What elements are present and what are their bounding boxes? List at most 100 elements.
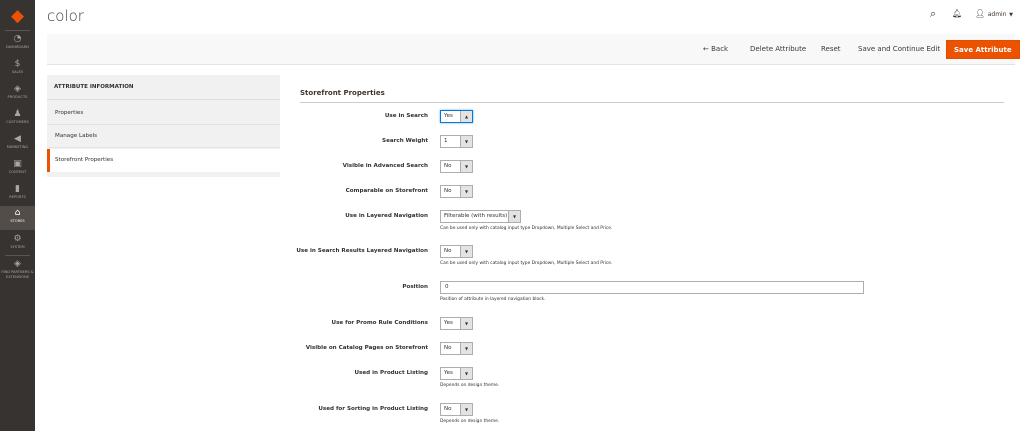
nav-products[interactable]: ◈ PRODUCTS xyxy=(0,84,35,109)
bell-icon[interactable]: 🔔︎ xyxy=(952,9,962,18)
nav-label: FIND PARTNERS & EXTENSIONS xyxy=(1,270,34,279)
select-value: No xyxy=(444,345,452,351)
field-select[interactable]: No ▼ xyxy=(440,160,473,173)
chevron-down-icon: ▼ xyxy=(460,246,472,257)
cube-icon: ◈ xyxy=(14,84,21,94)
section-title: Storefront Properties xyxy=(300,89,385,97)
save-and-continue-button[interactable]: Save and Continue Edit xyxy=(858,40,940,59)
gear-icon: ⚙ xyxy=(13,234,22,244)
nav-label: CONTENT xyxy=(8,170,27,174)
tabs-heading: ATTRIBUTE INFORMATION xyxy=(47,75,280,100)
nav-label: REPORTS xyxy=(9,195,26,199)
nav-marketing[interactable]: ◀ MARKETING xyxy=(0,134,35,159)
nav-find-partners[interactable]: ◈ FIND PARTNERS & EXTENSIONS xyxy=(0,259,35,285)
tab-manage-labels[interactable]: Manage Labels xyxy=(47,125,280,148)
save-attribute-button[interactable]: Save Attribute xyxy=(946,40,1020,59)
field-select[interactable]: Yes ▼ xyxy=(440,317,473,330)
field-note: Can be used only with catalog input type… xyxy=(440,226,613,231)
back-button[interactable]: ← Back xyxy=(703,40,728,59)
select-value: No xyxy=(444,406,452,412)
divider xyxy=(5,255,30,256)
nav-content[interactable]: ▣ CONTENT xyxy=(0,159,35,184)
nav-dashboard[interactable]: ◔ DASHBOARD xyxy=(0,34,35,59)
field-label: Used in Product Listing xyxy=(354,370,428,376)
chevron-down-icon: ▼ xyxy=(1009,12,1013,18)
nav-sales[interactable]: $ SALES xyxy=(0,59,35,84)
divider xyxy=(5,30,30,31)
field-select[interactable]: No ▼ xyxy=(440,403,473,416)
box-icon: ◈ xyxy=(14,259,21,269)
nav-label: SALES xyxy=(11,70,24,74)
page-title: color xyxy=(47,7,84,25)
field-note: Can be used only with catalog input type… xyxy=(440,261,613,266)
select-value: Yes xyxy=(444,113,453,119)
field-label: Search Weight xyxy=(382,138,428,144)
divider xyxy=(300,102,1004,103)
arrow-left-icon: ← xyxy=(703,45,709,53)
field-note: Depends on design theme. xyxy=(440,383,500,388)
field-note: Position of attribute in layered navigat… xyxy=(440,297,546,302)
field-label: Use for Promo Rule Conditions xyxy=(331,320,428,326)
nav-label: CUSTOMERS xyxy=(6,120,29,124)
store-icon: ⌂ xyxy=(14,208,21,218)
field-label: Use in Layered Navigation xyxy=(345,213,428,219)
field-select[interactable]: 1 ▼ xyxy=(440,135,473,148)
field-label: Visible on Catalog Pages on Storefront xyxy=(305,345,428,351)
tab-storefront-properties[interactable]: Storefront Properties xyxy=(47,149,280,172)
search-icon[interactable]: ⌕ xyxy=(930,7,936,21)
field-select[interactable]: Yes ▼ xyxy=(440,367,473,380)
position-input[interactable]: 0 xyxy=(440,281,864,294)
field-label: Comparable on Storefront xyxy=(345,188,428,194)
attribute-tabs: ATTRIBUTE INFORMATION Properties Manage … xyxy=(47,75,280,177)
chevron-down-icon: ▼ xyxy=(460,343,472,354)
nav-label: PRODUCTS xyxy=(7,95,28,99)
select-value: Yes xyxy=(444,370,453,376)
person-icon: ♟ xyxy=(13,109,22,119)
select-value: No xyxy=(444,188,452,194)
user-menu[interactable]: 👤︎ admin ▼ xyxy=(975,9,1013,18)
select-value: Filterable (with results) xyxy=(444,213,508,219)
chevron-up-icon: ▲ xyxy=(460,111,472,122)
tab-properties[interactable]: Properties xyxy=(47,102,280,125)
megaphone-icon: ◀ xyxy=(14,134,21,144)
nav-stores[interactable]: ⌂ STORES xyxy=(0,206,35,230)
bar-chart-icon: ▮ xyxy=(15,184,20,194)
magento-logo[interactable]: ◆ xyxy=(9,6,26,26)
nav-customers[interactable]: ♟ CUSTOMERS xyxy=(0,109,35,134)
user-name: admin xyxy=(987,11,1007,18)
field-select[interactable]: No ▼ xyxy=(440,185,473,198)
chevron-down-icon: ▼ xyxy=(460,186,472,197)
field-select[interactable]: No ▼ xyxy=(440,342,473,355)
chevron-down-icon: ▼ xyxy=(460,368,472,379)
field-label: Visible in Advanced Search xyxy=(342,163,428,169)
user-icon: 👤︎ xyxy=(975,9,986,18)
chevron-down-icon: ▼ xyxy=(460,404,472,415)
chevron-down-icon: ▼ xyxy=(460,161,472,172)
field-label: Used for Sorting in Product Listing xyxy=(318,406,428,412)
select-value: No xyxy=(444,248,452,254)
dollar-icon: $ xyxy=(14,59,21,69)
nav-label: SYSTEM xyxy=(10,245,25,249)
nav-label: MARKETING xyxy=(6,145,29,149)
field-note: Depends on design theme. xyxy=(440,419,500,424)
nav-label: DASHBOARD xyxy=(5,45,30,49)
chevron-down-icon: ▼ xyxy=(460,136,472,147)
select-value: 1 xyxy=(444,138,448,144)
back-label: Back xyxy=(711,45,729,53)
reset-button[interactable]: Reset xyxy=(821,40,841,59)
chevron-down-icon: ▼ xyxy=(460,318,472,329)
field-select[interactable]: Yes ▲ xyxy=(440,110,473,123)
chevron-down-icon: ▼ xyxy=(508,211,520,222)
select-value: No xyxy=(444,163,452,169)
field-label: Position xyxy=(402,284,428,290)
layout-icon: ▣ xyxy=(13,159,22,169)
field-select[interactable]: Filterable (with results) ▼ xyxy=(440,210,521,223)
nav-label: STORES xyxy=(10,219,25,223)
dashboard-icon: ◔ xyxy=(13,34,22,44)
admin-sidebar: ◆ ◔ DASHBOARD $ SALES ◈ PRODUCTS ♟ CUSTOMERS… xyxy=(0,0,35,431)
delete-attribute-button[interactable]: Delete Attribute xyxy=(750,40,806,59)
select-value: Yes xyxy=(444,320,453,326)
field-select[interactable]: No ▼ xyxy=(440,245,473,258)
field-label: Use in Search Results Layered Navigation xyxy=(296,248,428,254)
field-label: Use in Search xyxy=(384,113,428,119)
